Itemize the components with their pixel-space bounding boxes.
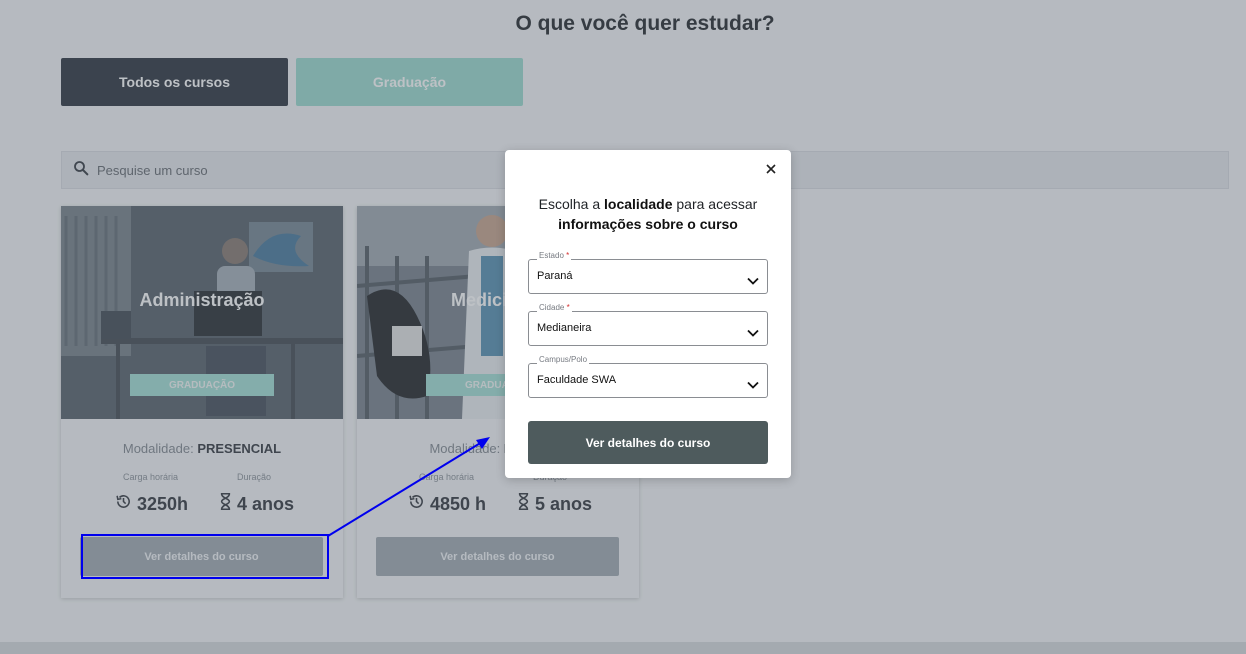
close-icon[interactable] (763, 161, 779, 177)
modal-text-bold-locality: localidade (604, 196, 673, 212)
campus-label: Campus/Polo (537, 355, 590, 364)
modal-text-mid: para acessar (672, 196, 758, 212)
city-label: Cidade * (537, 303, 572, 312)
required-mark: * (566, 303, 570, 312)
location-modal: Escolha a localidade para acessar inform… (505, 150, 791, 478)
modal-instructions: Escolha a localidade para acessar inform… (505, 194, 791, 234)
campus-value: Faculdade SWA (537, 374, 617, 386)
city-label-text: Cidade (539, 303, 565, 312)
city-value: Medianeira (537, 322, 592, 334)
chevron-down-icon (747, 272, 759, 290)
modal-text-prefix: Escolha a (538, 196, 605, 212)
campus-select[interactable]: Campus/Polo Faculdade SWA (528, 355, 768, 398)
modal-text-bold-info: informações sobre o curso (558, 216, 738, 232)
city-select[interactable]: Cidade * Medianeira (528, 303, 768, 346)
chevron-down-icon (747, 376, 759, 394)
chevron-down-icon (747, 324, 759, 342)
state-label: Estado * (537, 251, 572, 260)
state-label-text: Estado (539, 251, 564, 260)
required-mark: * (566, 251, 570, 260)
state-select[interactable]: Estado * Paraná (528, 251, 768, 294)
state-value: Paraná (537, 270, 573, 282)
view-course-details-button[interactable]: Ver detalhes do curso (528, 421, 768, 464)
